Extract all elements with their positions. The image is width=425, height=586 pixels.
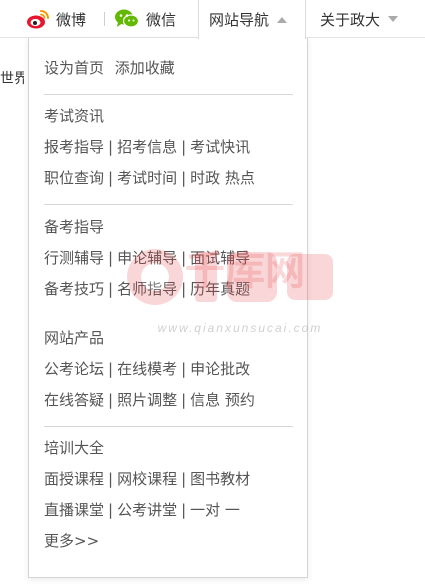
- nav-link[interactable]: 考试快讯: [190, 138, 250, 156]
- topbar-separator: [104, 12, 105, 26]
- separator: |: [108, 391, 114, 409]
- divider: [44, 94, 293, 95]
- site-navigation-label: 网站导航: [209, 11, 270, 29]
- separator: |: [108, 470, 114, 488]
- more-link[interactable]: 更多>>: [44, 530, 293, 552]
- separator: |: [181, 169, 187, 187]
- nav-link[interactable]: 行测辅导: [44, 249, 104, 267]
- nav-link[interactable]: 考试时间: [117, 169, 177, 187]
- nav-link[interactable]: 公考论坛: [44, 360, 104, 378]
- nav-link[interactable]: 一对 一: [190, 501, 240, 519]
- separator: |: [108, 280, 114, 298]
- link-row: 直播课堂 | 公考讲堂 | 一对 一: [44, 499, 293, 521]
- quick-links: 设为首页 添加收藏: [44, 57, 181, 78]
- separator: |: [108, 249, 114, 267]
- site-navigation-dropdown: 设为首页 添加收藏 考试资讯 报考指导 | 招考信息 | 考试快讯 职位查询 | 考试时间 |…: [28, 38, 308, 578]
- nav-link[interactable]: 照片调整: [117, 391, 177, 409]
- separator: |: [181, 249, 187, 267]
- caret-down-icon: [388, 16, 399, 22]
- separator: |: [181, 280, 187, 298]
- separator: |: [181, 360, 187, 378]
- page-text-fragment: 世界: [0, 71, 24, 87]
- link-row: 行测辅导 | 申论辅导 | 面试辅导: [44, 247, 293, 269]
- nav-link[interactable]: 图书教材: [190, 470, 250, 488]
- link-row: 在线答疑 | 照片调整 | 信息 预约: [44, 389, 293, 411]
- add-favorite-link[interactable]: 添加收藏: [115, 59, 175, 77]
- nav-link[interactable]: 备考技巧: [44, 280, 104, 298]
- separator: |: [181, 138, 187, 156]
- link-row: 公考论坛 | 在线模考 | 申论批改: [44, 358, 293, 380]
- section-title: 培训大全: [44, 439, 105, 457]
- separator: |: [108, 138, 114, 156]
- section-title: 备考指导: [44, 218, 105, 236]
- nav-link[interactable]: 职位查询: [44, 169, 104, 187]
- wechat-icon: [114, 8, 140, 30]
- divider: [44, 204, 293, 205]
- nav-link[interactable]: 申论批改: [190, 360, 250, 378]
- top-navigation-bar: 微博 微信 网站导航 关于政大: [0, 0, 425, 39]
- section-title: 网站产品: [44, 329, 105, 347]
- weibo-label: 微博: [56, 10, 87, 29]
- about-label: 关于政大: [320, 10, 381, 29]
- separator: |: [108, 360, 114, 378]
- nav-link[interactable]: 历年真题: [190, 280, 250, 298]
- nav-link[interactable]: 网校课程: [117, 470, 177, 488]
- weibo-link[interactable]: 微博: [26, 0, 86, 38]
- site-navigation-toggle[interactable]: 网站导航: [198, 0, 306, 39]
- link-row: 职位查询 | 考试时间 | 时政 热点: [44, 167, 293, 189]
- section-training: 培训大全 面授课程 | 网校课程 | 图书教材 直播课堂 | 公考讲堂 | 一对 一 更多>>: [44, 437, 293, 552]
- about-dropdown[interactable]: 关于政大: [320, 0, 399, 38]
- link-row: 面授课程 | 网校课程 | 图书教材: [44, 468, 293, 490]
- separator: |: [181, 501, 187, 519]
- nav-link[interactable]: 招考信息: [117, 138, 177, 156]
- nav-link[interactable]: 公考讲堂: [117, 501, 177, 519]
- separator: |: [108, 501, 114, 519]
- weibo-icon: [26, 8, 50, 30]
- section-prep-guide: 备考指导 行测辅导 | 申论辅导 | 面试辅导 备考技巧 | 名师指导 | 历年真题: [44, 216, 293, 300]
- wechat-label: 微信: [146, 10, 177, 29]
- link-row: 报考指导 | 招考信息 | 考试快讯: [44, 136, 293, 158]
- nav-link[interactable]: 直播课堂: [44, 501, 104, 519]
- section-title: 考试资讯: [44, 107, 105, 125]
- link-row: 备考技巧 | 名师指导 | 历年真题: [44, 278, 293, 300]
- separator: |: [181, 470, 187, 488]
- nav-link[interactable]: 时政 热点: [190, 169, 255, 187]
- divider: [44, 426, 293, 427]
- nav-link[interactable]: 面试辅导: [190, 249, 250, 267]
- nav-link[interactable]: 信息 预约: [190, 391, 255, 409]
- wechat-link[interactable]: 微信: [114, 0, 176, 38]
- separator: |: [181, 391, 187, 409]
- set-homepage-link[interactable]: 设为首页: [44, 59, 104, 77]
- nav-link[interactable]: 名师指导: [117, 280, 177, 298]
- nav-link[interactable]: 报考指导: [44, 138, 104, 156]
- section-site-products: 网站产品 公考论坛 | 在线模考 | 申论批改 在线答疑 | 照片调整 | 信息 预约: [44, 327, 293, 411]
- nav-link[interactable]: 申论辅导: [117, 249, 177, 267]
- nav-link[interactable]: 面授课程: [44, 470, 104, 488]
- separator: |: [108, 169, 114, 187]
- nav-link[interactable]: 在线答疑: [44, 391, 104, 409]
- caret-up-icon: [277, 16, 288, 23]
- section-exam-news: 考试资讯 报考指导 | 招考信息 | 考试快讯 职位查询 | 考试时间 | 时政 热点: [44, 105, 293, 189]
- nav-link[interactable]: 在线模考: [117, 360, 177, 378]
